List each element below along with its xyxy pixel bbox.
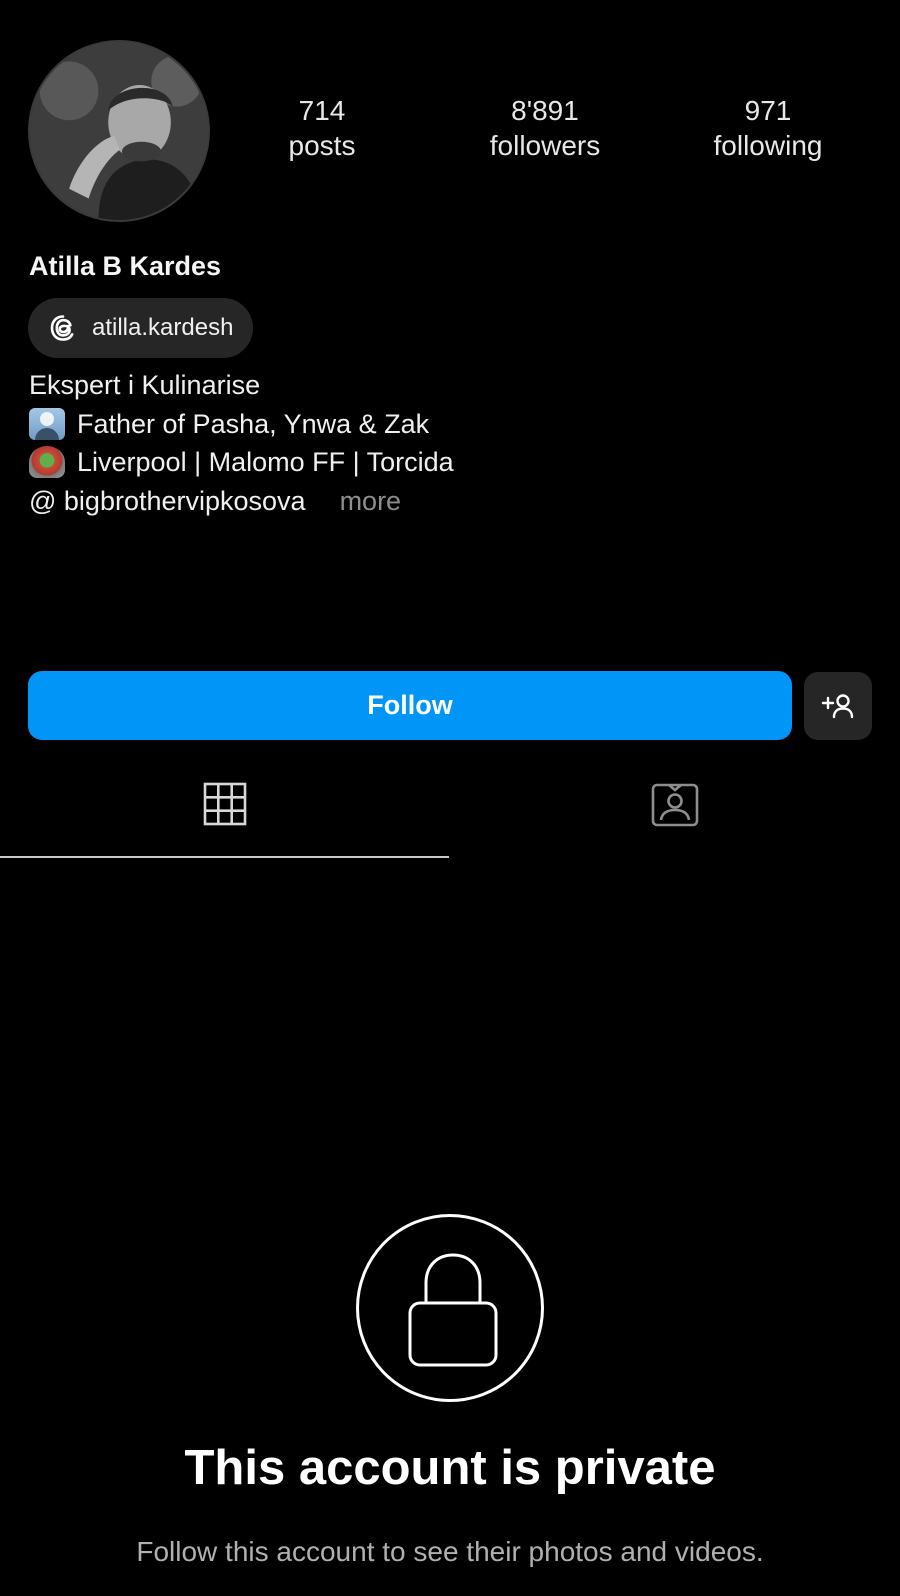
profile-avatar[interactable] <box>28 40 210 222</box>
bio-more-link[interactable]: more <box>340 482 402 521</box>
private-account-subtitle: Follow this account to see their photos … <box>136 1536 764 1567</box>
posts-label: posts <box>288 130 356 161</box>
tagged-icon <box>651 783 699 827</box>
active-tab-indicator <box>0 856 449 858</box>
private-account-title: This account is private <box>184 1441 716 1495</box>
grid-icon <box>203 782 247 826</box>
bio-line-1: Ekspert i Kulinarise <box>29 370 261 400</box>
follow-button[interactable]: Follow <box>28 671 792 740</box>
profile-page: 714 posts 8'891 followers 971 following … <box>0 0 900 1596</box>
stadium-emoji <box>29 446 65 479</box>
lock-icon <box>408 1253 498 1367</box>
lock-badge <box>356 1214 544 1402</box>
add-person-icon <box>821 694 854 719</box>
person-emoji <box>29 407 65 440</box>
following-count: 971 <box>744 95 792 126</box>
posts-count: 714 <box>298 95 346 126</box>
threads-handle: atilla.kardesh <box>92 314 234 341</box>
bio-line-3-text: Liverpool | Malomo FF | Torcida <box>77 447 454 477</box>
bio-line-4: @ bigbrothervipkosova more <box>29 482 454 521</box>
following-label: following <box>713 130 823 161</box>
bio-line-3: Liverpool | Malomo FF | Torcida <box>29 443 454 482</box>
tab-tagged[interactable] <box>450 782 900 858</box>
followers-count: 8'891 <box>511 95 579 126</box>
threads-link-button[interactable]: atilla.kardesh <box>28 298 254 358</box>
avatar-photo <box>30 42 208 220</box>
posts-stat[interactable]: 714 posts <box>222 94 422 164</box>
bio-mention-link[interactable]: @ bigbrothervipkosova <box>29 482 306 521</box>
followers-stat[interactable]: 8'891 followers <box>445 94 645 164</box>
tab-posts-grid[interactable] <box>0 782 450 858</box>
followers-label: followers <box>489 130 601 161</box>
bio-line-2-text: Father of Pasha, Ynwa & Zak <box>77 408 430 439</box>
profile-name: Atilla B Kardes <box>29 251 222 281</box>
following-stat[interactable]: 971 following <box>668 94 868 164</box>
profile-bio: Ekspert i Kulinarise Father of Pasha, Yn… <box>29 366 454 520</box>
bio-line-2: Father of Pasha, Ynwa & Zak <box>29 405 454 444</box>
threads-icon <box>50 315 74 341</box>
suggested-accounts-button[interactable] <box>804 672 872 740</box>
